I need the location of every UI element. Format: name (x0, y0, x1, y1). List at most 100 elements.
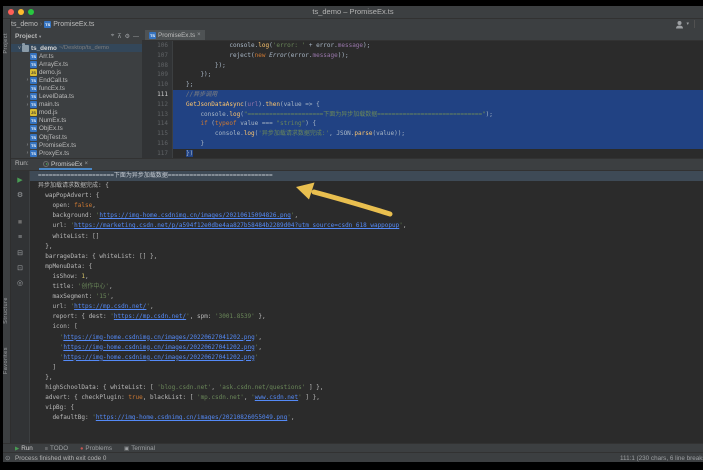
tree-item-main-ts[interactable]: ›TSmain.ts (11, 101, 142, 109)
screenshot-root: { "window": { "title": "ts_demo – Promis… (0, 0, 703, 470)
toolwindow-todo-icon: ≡ (45, 446, 48, 452)
code-line[interactable]: console.log('error: ' + error.message); (173, 41, 703, 51)
code-line[interactable]: //异步调用 (173, 90, 703, 100)
run-console[interactable]: =====================下面为异步加载数据==========… (30, 171, 703, 444)
tree-item-objex-ts[interactable]: TSObjEx.ts (11, 125, 142, 133)
line-number[interactable]: 113 (142, 110, 172, 120)
tree-item-endcall-ts[interactable]: ›TSEndCall.ts (11, 76, 142, 84)
toolwindow-todo[interactable]: ≡TODO (45, 445, 68, 452)
console-link[interactable]: https://img-home.csdnimg.cn/images/20220… (63, 344, 254, 351)
hide-panel-icon[interactable]: — (133, 34, 139, 40)
console-link[interactable]: https://mp.csdn.net/ (114, 313, 186, 320)
console-link[interactable]: https://img-home.csdnimg.cn/images/20220… (63, 354, 254, 361)
typescript-file-icon: TS (44, 21, 51, 28)
toolwindow-problems-icon: ● (80, 446, 83, 452)
pin-icon[interactable]: ◎ (11, 279, 29, 287)
line-number[interactable]: 117 (142, 149, 172, 158)
toolwindow-switcher-icon[interactable]: ⊙ (5, 454, 10, 462)
console-line: icon: [ (30, 322, 703, 332)
line-number[interactable]: 115 (142, 129, 172, 139)
line-number[interactable]: 110 (142, 80, 172, 90)
code-line[interactable]: } (173, 139, 703, 149)
soft-wrap-icon[interactable]: ≡ (11, 234, 29, 241)
console-link[interactable]: https://img-home.csdnimg.cn/images/20210… (99, 212, 290, 219)
tree-item-objtest-ts[interactable]: TSObjTest.ts (11, 133, 142, 141)
tree-item-mod-js[interactable]: JSmod.js (11, 109, 142, 117)
project-panel-title[interactable]: Project (15, 33, 37, 40)
tree-item-label: Arr.ts (39, 53, 54, 60)
console-link[interactable]: https://marketing.csdn.net/p/a594f12e0db… (74, 222, 399, 229)
breadcrumb-file[interactable]: PromiseEx.ts (53, 21, 94, 28)
ts-file-icon: TS (30, 101, 37, 108)
caret-position-status[interactable]: 111:1 (230 chars, 6 line breaks) (620, 455, 703, 462)
run-tab-promiseex[interactable]: PromiseEx × (39, 159, 92, 169)
tree-item-numex-ts[interactable]: TSNumEx.ts (11, 117, 142, 125)
console-line: highSchoolData: { whiteList: [ 'blog.csd… (30, 383, 703, 393)
code-line[interactable]: GetJsonDataAsync(url).then(value => { (173, 100, 703, 110)
code-line[interactable]: console.log('异步加载请求数据完成:', JSON.parse(va… (173, 129, 703, 139)
line-number[interactable]: 106 (142, 41, 172, 51)
toolwindow-run-label: Run (21, 445, 33, 452)
breadcrumb-project[interactable]: ts_demo (11, 21, 38, 28)
tree-item-proxyex-ts[interactable]: ›TSProxyEx.ts (11, 149, 142, 157)
line-number[interactable]: 112 (142, 100, 172, 110)
clear-all-icon[interactable]: ⊟ (11, 249, 29, 257)
console-link[interactable]: https://img-home.csdnimg.cn/images/20210… (96, 414, 287, 421)
tree-item-leveldata-ts[interactable]: ›TSLevelData.ts (11, 93, 142, 101)
line-number[interactable]: 116 (142, 139, 172, 149)
tree-item-arrayex-ts[interactable]: TSArrayEx.ts (11, 60, 142, 68)
toolwindow-run[interactable]: ▶Run (15, 445, 33, 452)
stripe-structure-button[interactable]: Structure (3, 297, 10, 324)
console-link[interactable]: https://mp.csdn.net/ (74, 303, 146, 310)
tree-item-label: ObjEx.ts (39, 125, 63, 132)
line-number[interactable]: 114 (142, 119, 172, 129)
code-line[interactable]: console.log("=====================下面为异步加… (173, 110, 703, 120)
stripe-favorites-button[interactable]: Favorites (3, 347, 10, 374)
toolwindow-terminal[interactable]: ▣Terminal (124, 445, 155, 452)
user-dropdown-caret-icon[interactable]: ▾ (686, 21, 689, 27)
code-editor-surface[interactable]: console.log('error: ' + error.message); … (173, 41, 703, 158)
tree-item-arr-ts[interactable]: TSArr.ts (11, 52, 142, 60)
tree-item-funcex-ts[interactable]: TSfuncEx.ts (11, 84, 142, 92)
console-line: report: { dest: 'https://mp.csdn.net/', … (30, 312, 703, 322)
console-line: isShow: 1, (30, 272, 703, 282)
line-number[interactable]: 108 (142, 61, 172, 71)
project-view-caret-icon[interactable]: ▾ (39, 34, 41, 40)
toolwindow-problems[interactable]: ●Problems (80, 445, 112, 452)
console-link[interactable]: https://img-home.csdnimg.cn/images/20220… (63, 334, 254, 341)
status-bar: ⊙ Process finished with exit code 0 111:… (3, 452, 703, 462)
run-settings-wrench-icon[interactable]: ⚙ (11, 191, 29, 199)
line-number[interactable]: 107 (142, 51, 172, 61)
editor-tab-label: PromiseEx.ts (158, 32, 195, 39)
collapse-all-icon[interactable]: ⊼ (117, 33, 121, 40)
console-line: 'https://img-home.csdnimg.cn/images/2022… (30, 353, 703, 363)
tab-close-icon[interactable]: × (197, 32, 201, 38)
ide-window: ts_demo – PromiseEx.ts ts_demo › TS Prom… (3, 6, 703, 462)
console-line: barrageData: { whiteList: [] }, (30, 252, 703, 262)
tree-item-demo-js[interactable]: JSdemo.js (11, 68, 142, 76)
code-line[interactable]: }); (173, 70, 703, 80)
code-line[interactable]: if (typeof value === "string") { (173, 119, 703, 129)
ts-file-icon: TS (30, 142, 37, 149)
code-line[interactable]: }); (173, 61, 703, 71)
tree-item-ts-demo[interactable]: ∨ts_demo ~/Desktop/ts_demo (11, 44, 142, 52)
console-link[interactable]: www.csdn.net (255, 394, 298, 401)
rerun-icon[interactable]: ▶ (11, 176, 29, 184)
tree-item-promiseex-ts[interactable]: ›TSPromiseEx.ts (11, 141, 142, 149)
line-number[interactable]: 111 (142, 90, 172, 100)
code-line[interactable]: }) (173, 149, 703, 158)
run-tab-close-icon[interactable]: × (84, 161, 88, 167)
line-number[interactable]: 109 (142, 70, 172, 80)
settings-gear-icon[interactable]: ⚙ (125, 33, 130, 40)
code-line[interactable]: reject(new Error(error.message)); (173, 51, 703, 61)
locate-file-icon[interactable]: ⌖ (111, 33, 114, 40)
stop-icon[interactable]: ■ (11, 219, 29, 226)
scroll-to-end-icon[interactable]: ⊡ (11, 264, 29, 272)
user-account-icon[interactable] (675, 20, 684, 29)
editor-tab-promiseex[interactable]: TS PromiseEx.ts × (145, 30, 205, 40)
toolbar-divider (694, 20, 695, 28)
stripe-project-button[interactable]: Project (3, 33, 10, 54)
code-line[interactable]: }; (173, 80, 703, 90)
console-line: defaultBg: 'https://img-home.csdnimg.cn/… (30, 413, 703, 423)
tree-item-label: ArrayEx.ts (39, 61, 68, 68)
